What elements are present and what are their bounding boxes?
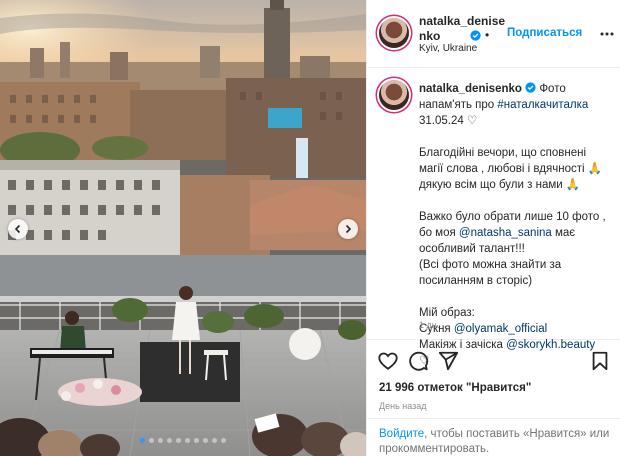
heart-emoji: ♡ bbox=[466, 115, 478, 127]
verified-badge-icon bbox=[470, 30, 481, 41]
mention-dress-link[interactable]: @olyamak_official bbox=[454, 323, 547, 335]
caption-paragraph-3c: (Всі фото можна знайти за посиланням в с… bbox=[419, 259, 562, 287]
follow-button[interactable]: Подписаться bbox=[507, 27, 582, 39]
separator-dot: • bbox=[485, 28, 490, 42]
caption-paragraph-2: Благодійні вечори, що сповнені магії сло… bbox=[419, 147, 603, 191]
bookmark-icon[interactable] bbox=[589, 350, 611, 372]
avatar[interactable] bbox=[379, 18, 409, 48]
post-header: natalka_denise nko Kyiv, Ukraine • Подпи… bbox=[367, 0, 620, 68]
outfit-title: Мій образ: bbox=[419, 307, 475, 319]
carousel-dot bbox=[221, 438, 226, 443]
action-bar bbox=[367, 340, 620, 380]
carousel-dot bbox=[185, 438, 190, 443]
carousel-dot bbox=[158, 438, 163, 443]
post-caption: natalka_denisenko Фото напам'ять про #на… bbox=[367, 68, 620, 367]
caption-username[interactable]: natalka_denisenko bbox=[419, 83, 522, 95]
carousel-dot bbox=[167, 438, 172, 443]
login-text: Войдите, чтобы поставить «Нравится» или … bbox=[379, 427, 611, 456]
username-line-1: natalka_denise bbox=[419, 14, 506, 28]
caption-date: 31.05.24 bbox=[419, 115, 467, 127]
carousel-dot bbox=[194, 438, 199, 443]
login-link[interactable]: Войдите bbox=[379, 428, 424, 440]
caption-time[interactable]: 1 дн. bbox=[419, 320, 439, 330]
chevron-left-icon bbox=[14, 224, 21, 234]
more-options-icon[interactable] bbox=[599, 26, 615, 42]
caption-line-1b: про bbox=[475, 99, 498, 111]
post-sidebar: natalka_denise nko Kyiv, Ukraine • Подпи… bbox=[366, 0, 620, 456]
caption-avatar[interactable] bbox=[379, 80, 409, 110]
comment-icon[interactable] bbox=[407, 350, 429, 372]
post-date: День назад bbox=[379, 401, 427, 411]
instagram-post: natalka_denise nko Kyiv, Ukraine • Подпи… bbox=[0, 0, 620, 456]
next-photo-button[interactable] bbox=[338, 219, 358, 239]
rooftop-concert-photo bbox=[0, 0, 366, 456]
caption-text: natalka_denisenko Фото напам'ять про #на… bbox=[419, 81, 609, 369]
location-link[interactable]: Kyiv, Ukraine bbox=[419, 43, 477, 54]
carousel-dot bbox=[203, 438, 208, 443]
share-icon[interactable] bbox=[437, 350, 459, 372]
verified-badge-icon bbox=[525, 82, 536, 93]
mention-photographer-link[interactable]: @natasha_sanina bbox=[459, 227, 552, 239]
carousel-dot bbox=[140, 438, 145, 443]
likes-count[interactable]: 21 996 отметок "Нравится" bbox=[379, 382, 531, 394]
heart-icon[interactable] bbox=[377, 350, 399, 372]
carousel-dots bbox=[0, 438, 366, 443]
hashtag-link[interactable]: #наталкачиталка bbox=[497, 99, 588, 111]
post-photo[interactable] bbox=[0, 0, 366, 456]
carousel-dot bbox=[212, 438, 217, 443]
previous-photo-button[interactable] bbox=[8, 219, 28, 239]
chevron-right-icon bbox=[345, 224, 352, 234]
login-prompt: Войдите, чтобы поставить «Нравится» или … bbox=[367, 418, 620, 456]
carousel-dot bbox=[176, 438, 181, 443]
carousel-dot bbox=[149, 438, 154, 443]
username-line-2: nko bbox=[419, 29, 441, 43]
